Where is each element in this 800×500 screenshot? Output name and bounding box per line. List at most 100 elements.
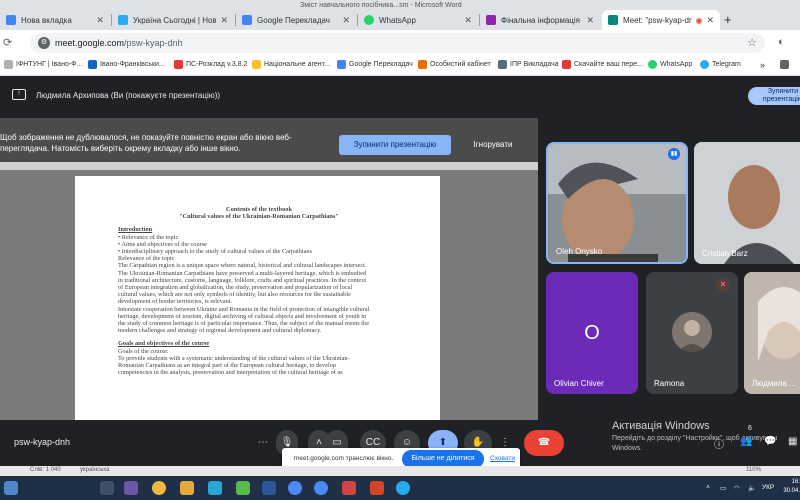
close-icon[interactable]: ✕ — [464, 15, 472, 26]
tab-final-info[interactable]: Фінальна інформація для с ✕ — [480, 10, 600, 30]
doc-line: • Interdisciplinary approach to the stud… — [118, 248, 313, 256]
info-icon[interactable]: ⓘ — [714, 436, 724, 451]
close-icon[interactable]: ✕ — [586, 15, 594, 26]
bookmark-icon — [337, 60, 346, 69]
whatsapp-icon — [648, 60, 657, 69]
close-icon[interactable]: ✕ — [220, 15, 228, 26]
meet-icon — [608, 15, 618, 25]
doc-subtitle: "Cultural values of the Ukrainian-Romani… — [179, 213, 339, 221]
avatar: O — [584, 322, 600, 344]
participant-tile-cristian[interactable]: Cristian Barz — [694, 142, 800, 264]
doc-line: To provide students with a systematic un… — [118, 354, 350, 362]
bookmark-national-agency[interactable]: Національне агент... — [252, 60, 330, 69]
app-icon[interactable] — [208, 481, 222, 495]
bookmark-google-translate[interactable]: Google Перекладач — [337, 60, 413, 69]
app-icon[interactable] — [124, 481, 138, 495]
tab-new-tab[interactable]: Нова вкладка ✕ — [0, 10, 110, 30]
search-icon[interactable] — [100, 481, 114, 495]
participant-tile-oleh[interactable]: ▮▮ Oleh Onysko — [546, 142, 688, 264]
bookmark-download[interactable]: Скачайте ваш пере... — [562, 60, 643, 69]
end-call-button[interactable]: ☎ — [524, 430, 564, 456]
more-dots-icon[interactable]: ⋯ — [250, 430, 276, 456]
bookmark-label: ПС-Розклад v.3.8.2 — [186, 61, 248, 68]
participant-tile-ramona[interactable]: ✕ Ramona — [646, 272, 738, 394]
tab-whatsapp[interactable]: WhatsApp ✕ — [358, 10, 478, 30]
windows-activation-title: Активація Windows — [612, 420, 710, 432]
powerpoint-icon[interactable] — [370, 481, 384, 495]
clock[interactable]: 16: 30.04. — [782, 478, 800, 496]
profile-icon[interactable]: ◐ — [778, 36, 785, 48]
zoom-level: 110% — [746, 467, 761, 473]
browser-toolbar: ⟳ ⚙ meet.google.com/psw-kyap-dnh ☆ ◐ — [0, 30, 800, 56]
star-icon[interactable]: ☆ — [747, 36, 757, 49]
wifi-icon[interactable]: ◠ — [734, 484, 740, 492]
tab-ukraine-today[interactable]: Україна Сьогодні | Новини ✕ — [112, 10, 234, 30]
ignore-button[interactable]: Ігнорувати — [462, 135, 524, 155]
tab-label: Meet: "psw-kyap-dnh" — [623, 15, 693, 25]
stop-presenting-top-button[interactable]: Зупинити презентацію — [748, 87, 800, 105]
close-icon[interactable]: ✕ — [706, 15, 714, 26]
doc-line: Interstate cooperation between Ukraine a… — [118, 305, 370, 313]
clock-time: 16: — [791, 479, 800, 485]
chat-icon[interactable]: 💬 — [764, 436, 776, 447]
bookmark-personal-cabinet[interactable]: Особистий кабінет — [418, 60, 491, 69]
chrome-icon[interactable] — [152, 481, 166, 495]
doc-line: cultural values, which are not only symb… — [118, 291, 351, 299]
folder-icon[interactable] — [180, 481, 194, 495]
bookmark-ipr[interactable]: ІПР Викладача — [498, 60, 559, 69]
bookmark-label: Скачайте ваш пере... — [574, 61, 643, 68]
site-info-icon[interactable]: ⚙ — [38, 37, 50, 49]
doc-line: • Relevance of the topic — [118, 233, 179, 241]
bookmark-whatsapp[interactable]: WhatsApp — [648, 60, 692, 69]
input-language[interactable]: УКР — [762, 484, 774, 491]
tab-google-translate[interactable]: Google Перекладач ✕ — [236, 10, 356, 30]
participant-name: Людмила ... — [752, 379, 796, 388]
url-path: /psw-kyap-dnh — [124, 38, 183, 48]
word-icon[interactable] — [262, 481, 276, 495]
start-icon[interactable] — [4, 481, 18, 495]
window-title: Зміст навчального посібника...sm - Micro… — [300, 2, 462, 9]
app-icon[interactable] — [342, 481, 356, 495]
doc-line: • Aims and objectives of the course — [118, 240, 207, 248]
participant-tile-olivian[interactable]: O Olivian Chiver — [546, 272, 638, 394]
doc-line: the study of common heritage is of parti… — [118, 320, 369, 328]
chrome-icon[interactable] — [288, 481, 302, 495]
volume-icon[interactable]: 🔈 — [748, 484, 756, 492]
chevron-up-icon[interactable]: ˄ — [706, 484, 710, 491]
share-notice-text: meet.google.com транслює вікно. — [294, 455, 394, 462]
reload-icon[interactable]: ⟳ — [3, 36, 12, 49]
participant-name: Olivian Chiver — [554, 379, 604, 388]
bookmarks-bar: ІФНТУНГ | Івано-Ф... Івано-Франківськи..… — [0, 56, 800, 76]
doc-title: Contents of the textbook — [226, 206, 292, 213]
doc-line: development of border territories, is re… — [118, 298, 233, 306]
folder-icon[interactable] — [780, 60, 792, 69]
bookmark-schedule[interactable]: ПС-Розклад v.3.8.2 — [174, 60, 247, 69]
stop-presenting-button[interactable]: Зупинити презентацію — [339, 135, 451, 155]
hide-link[interactable]: Сховати — [490, 455, 515, 462]
bookmark-ivano-frankivsk[interactable]: Івано-Франківськи... — [88, 60, 165, 69]
close-icon[interactable]: ✕ — [96, 15, 104, 26]
bookmark-icon — [4, 60, 13, 69]
tab-label: Фінальна інформація для с — [501, 15, 582, 25]
more-bookmarks-icon[interactable]: » — [760, 60, 765, 70]
app-icon[interactable] — [236, 481, 250, 495]
doc-line: modern challenges and strategy of region… — [118, 327, 322, 335]
telegram-icon[interactable] — [396, 481, 410, 495]
people-icon[interactable]: 👥 — [740, 436, 752, 447]
participant-tile-self[interactable]: Людмила ... — [744, 272, 800, 394]
tab-meet[interactable]: Meet: "psw-kyap-dnh" ◉ ✕ — [602, 10, 720, 30]
address-bar[interactable]: ⚙ meet.google.com/psw-kyap-dnh ☆ — [30, 33, 765, 53]
bookmark-telegram[interactable]: Telegram — [700, 60, 741, 69]
document-page: Contents of the textbook "Cultural value… — [75, 176, 440, 420]
participant-video — [744, 272, 800, 394]
speaking-icon: ▮▮ — [668, 148, 680, 160]
bookmark-icon — [252, 60, 261, 69]
tab-label: Україна Сьогодні | Новини — [133, 15, 217, 25]
new-tab-button[interactable]: + — [724, 12, 732, 27]
chrome-icon[interactable] — [314, 481, 328, 495]
activities-icon[interactable]: ▦ — [788, 436, 797, 447]
close-icon[interactable]: ✕ — [342, 15, 350, 26]
bookmark-ifntung[interactable]: ІФНТУНГ | Івано-Ф... — [4, 60, 82, 69]
participant-name: Ramona — [654, 379, 685, 388]
avatar — [672, 312, 712, 352]
